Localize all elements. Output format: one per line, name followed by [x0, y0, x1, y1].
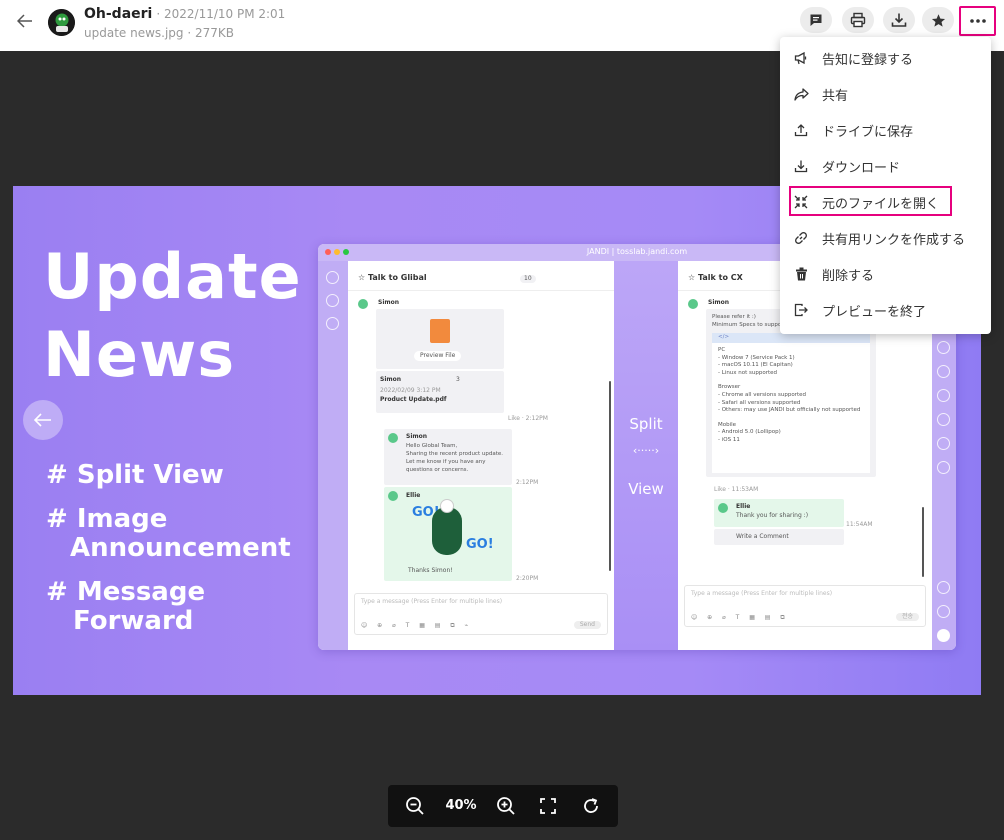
back-button[interactable]	[14, 10, 36, 32]
tag-image: # Image	[46, 504, 168, 534]
mock-composer: Type a message (Press Enter for multiple…	[354, 593, 608, 635]
sender-line: Oh-daeri · 2022/11/10 PM 2:01	[84, 6, 285, 22]
arrow-left-icon	[34, 413, 51, 427]
slide-title: Update News	[43, 238, 302, 394]
rotate-button[interactable]	[579, 794, 603, 818]
tag-announcement: Announcement	[70, 533, 291, 563]
download-icon	[891, 13, 907, 27]
mock-file-card: Simon 3 2022/02/09 3:12 PM Product Updat…	[376, 371, 504, 413]
mock-like2: Like · 11:53AM	[714, 486, 759, 493]
mock-like1: Like · 2:12PM	[508, 415, 548, 422]
mock-file-preview: Preview File	[376, 309, 504, 369]
more-menu: 告知に登録する 共有 ドライブに保存 ダウンロード 元のファイルを開く 共有用リ…	[780, 37, 991, 334]
share-icon	[793, 86, 809, 102]
zoom-level: 40%	[445, 798, 477, 813]
more-icon	[969, 19, 986, 23]
comment-icon	[810, 14, 822, 26]
zoom-in-icon	[497, 797, 515, 815]
tag-message: # Message	[46, 577, 206, 607]
more-button[interactable]	[959, 6, 996, 36]
zoom-out-button[interactable]	[403, 794, 427, 818]
slide-tags: # Split View # Image Announcement # Mess…	[46, 461, 291, 636]
mock-split-top: Split	[629, 415, 663, 433]
menu-label: 共有	[822, 88, 849, 104]
mock-left-pane: ☆ Talk to Glibal 10 Simon Preview File S…	[348, 261, 614, 650]
tag-forward: Forward	[73, 606, 194, 636]
slide-title-line1: Update	[43, 240, 302, 313]
mock-preview-file: Preview File	[414, 351, 462, 361]
mock-member-count: 10	[520, 275, 536, 283]
mock-split-divider: Split ‹·····› View	[614, 261, 678, 650]
exit-icon	[793, 302, 809, 318]
print-button[interactable]	[842, 7, 874, 33]
megaphone-icon	[793, 50, 809, 66]
shrink-icon	[793, 194, 809, 210]
download-icon	[793, 158, 809, 174]
print-icon	[850, 12, 866, 28]
zoom-toolbar: 40%	[388, 785, 618, 827]
menu-item-open-original[interactable]: 元のファイルを開く	[780, 185, 991, 219]
slide-title-line2: News	[43, 318, 236, 391]
tag-split-view: # Split View	[46, 460, 224, 490]
menu-label: 元のファイルを開く	[822, 196, 940, 212]
menu-label: 削除する	[822, 268, 875, 284]
star-button[interactable]	[922, 7, 954, 33]
mock-sender1: Simon	[378, 299, 400, 306]
file-name: update news.jpg	[84, 26, 184, 40]
mock-split-bottom: View	[628, 480, 664, 498]
rotate-icon	[584, 798, 598, 813]
fit-screen-icon	[540, 798, 556, 814]
avatar[interactable]	[48, 9, 75, 36]
menu-item-share-link[interactable]: 共有用リンクを作成する	[780, 221, 991, 255]
menu-item-save-drive[interactable]: ドライブに保存	[780, 113, 991, 147]
mock-sticker-message: Ellie GO! GO! Thanks Simon!	[384, 487, 512, 581]
menu-item-delete[interactable]: 削除する	[780, 257, 991, 291]
file-size: · 277KB	[187, 26, 235, 40]
sender-name: Oh-daeri	[84, 6, 153, 22]
menu-label: ドライブに保存	[822, 124, 914, 140]
mock-write-comment: Write a Comment	[714, 529, 844, 545]
menu-item-download[interactable]: ダウンロード	[780, 149, 991, 183]
mock-spec-message: Please refer it :) Minimum Specs to supp…	[706, 309, 876, 477]
download-button[interactable]	[883, 7, 915, 33]
menu-item-announce[interactable]: 告知に登録する	[780, 41, 991, 75]
star-icon	[931, 13, 945, 27]
comment-button[interactable]	[800, 7, 832, 33]
mock-reply: Ellie Thank you for sharing :)	[714, 499, 844, 527]
previous-image-button[interactable]	[23, 400, 63, 440]
zoom-out-icon	[406, 797, 424, 815]
fit-screen-button[interactable]	[536, 794, 560, 818]
file-info: update news.jpg · 277KB	[84, 26, 234, 40]
menu-label: 共有用リンクを作成する	[822, 232, 966, 248]
mock-right-topic: ☆ Talk to CX	[688, 273, 743, 282]
menu-item-share[interactable]: 共有	[780, 77, 991, 111]
timestamp: · 2022/11/10 PM 2:01	[156, 7, 286, 21]
menu-label: ダウンロード	[822, 160, 901, 176]
upload-icon	[793, 122, 809, 138]
mock-left-topic: ☆ Talk to Glibal	[358, 273, 427, 282]
menu-label: プレビューを終了	[822, 304, 927, 320]
mock-left-rail	[318, 261, 348, 650]
zoom-in-button[interactable]	[494, 794, 518, 818]
trash-icon	[793, 266, 809, 282]
mock-composer-right: Type a message (Press Enter for multiple…	[684, 585, 926, 627]
menu-label: 告知に登録する	[822, 52, 914, 68]
mock-message: Simon Hello Global Team, Sharing the rec…	[384, 429, 512, 485]
arrow-left-icon	[17, 14, 32, 28]
link-icon	[793, 230, 809, 246]
menu-item-exit-preview[interactable]: プレビューを終了	[780, 293, 991, 327]
